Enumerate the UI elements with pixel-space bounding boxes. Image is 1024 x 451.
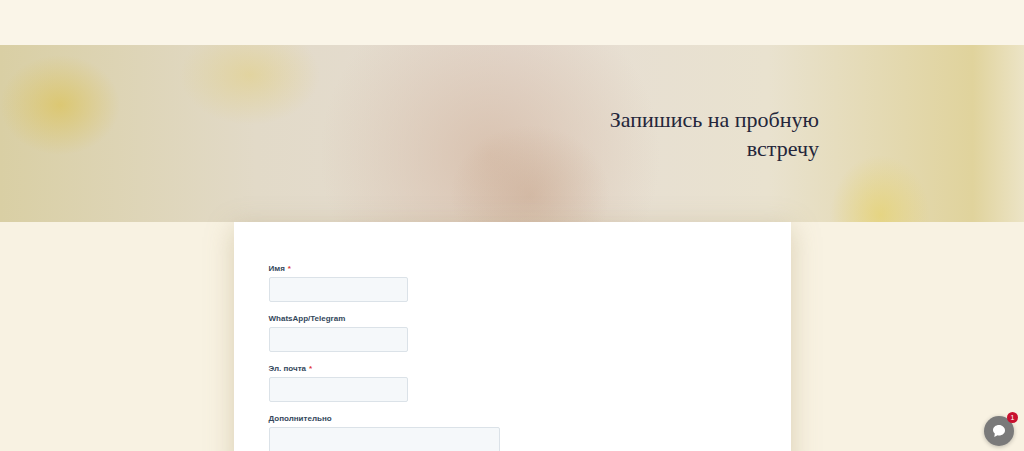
- field-label: Эл. почта*: [269, 364, 756, 374]
- chat-icon: [991, 423, 1007, 439]
- field-textarea[interactable]: [269, 427, 500, 451]
- field-input[interactable]: [269, 327, 408, 352]
- field-input[interactable]: [269, 277, 408, 302]
- signup-form: Имя* WhatsApp/Telegram Эл. почта* Дополните…: [234, 222, 791, 451]
- field-label: Дополнительно: [269, 414, 756, 424]
- field-input[interactable]: [269, 377, 408, 402]
- form-field: WhatsApp/Telegram: [269, 314, 756, 352]
- form-field: Имя*: [269, 264, 756, 302]
- main: Имя* WhatsApp/Telegram Эл. почта* Дополните…: [0, 222, 1024, 451]
- hero-title: Запишись на пробную встречу: [579, 105, 819, 163]
- field-label: Имя*: [269, 264, 756, 274]
- form-field: Дополнительно: [269, 414, 756, 451]
- hero-banner: Запишись на пробную встречу: [0, 45, 1024, 222]
- form-field: Эл. почта*: [269, 364, 756, 402]
- chat-button[interactable]: 1: [984, 416, 1014, 446]
- required-mark: *: [309, 364, 312, 373]
- required-mark: *: [288, 264, 291, 273]
- chat-badge: 1: [1007, 412, 1018, 423]
- field-label: WhatsApp/Telegram: [269, 314, 756, 324]
- top-band: [0, 0, 1024, 45]
- page: Запишись на пробную встречу Имя* WhatsApp/…: [0, 0, 1024, 451]
